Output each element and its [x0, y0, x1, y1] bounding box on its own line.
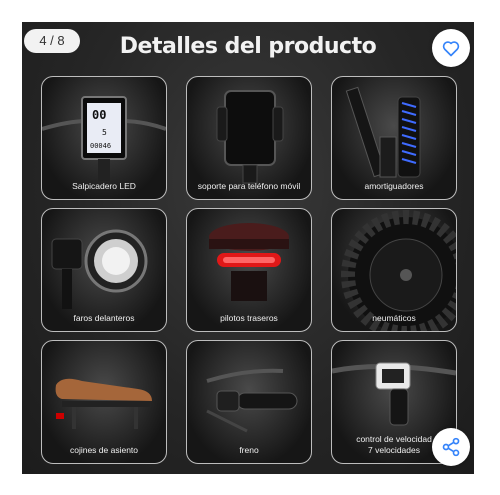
- detail-tile-phone-holder: soporte para teléfono móvil: [186, 76, 312, 200]
- detail-tile-tires: neumáticos: [331, 208, 457, 332]
- tile-caption: cojines de asiento: [69, 445, 139, 455]
- share-icon: [442, 437, 460, 457]
- detail-tile-shock-absorbers: amortiguadores: [331, 76, 457, 200]
- svg-text:00046: 00046: [90, 142, 111, 150]
- detail-tile-led-dashboard: 00 5 00046 Salpicadero LED: [41, 76, 167, 200]
- tile-caption: soporte para teléfono móvil: [197, 181, 301, 191]
- tile-caption: pilotos traseros: [220, 313, 278, 323]
- tile-caption: faros delanteros: [73, 313, 135, 323]
- detail-tile-headlight: faros delanteros: [41, 208, 167, 332]
- detail-tile-seat-cushion: cojines de asiento: [41, 340, 167, 464]
- tile-caption: neumáticos: [372, 313, 416, 323]
- heart-outline-icon: [442, 41, 460, 57]
- product-image-viewer[interactable]: Detalles del producto 00 5 00046 Salpica…: [22, 22, 474, 474]
- share-button[interactable]: [432, 428, 470, 466]
- image-counter: 4 / 8: [24, 29, 80, 53]
- favorite-button[interactable]: [432, 29, 470, 67]
- tile-caption: amortiguadores: [364, 181, 424, 191]
- svg-text:5: 5: [102, 128, 107, 137]
- detail-tile-brake: freno: [186, 340, 312, 464]
- svg-text:00: 00: [92, 108, 106, 122]
- tile-caption: freno: [239, 445, 259, 455]
- tile-caption: Salpicadero LED: [72, 181, 136, 191]
- detail-tile-tail-lights: pilotos traseros: [186, 208, 312, 332]
- image-title: Detalles del producto: [119, 34, 377, 59]
